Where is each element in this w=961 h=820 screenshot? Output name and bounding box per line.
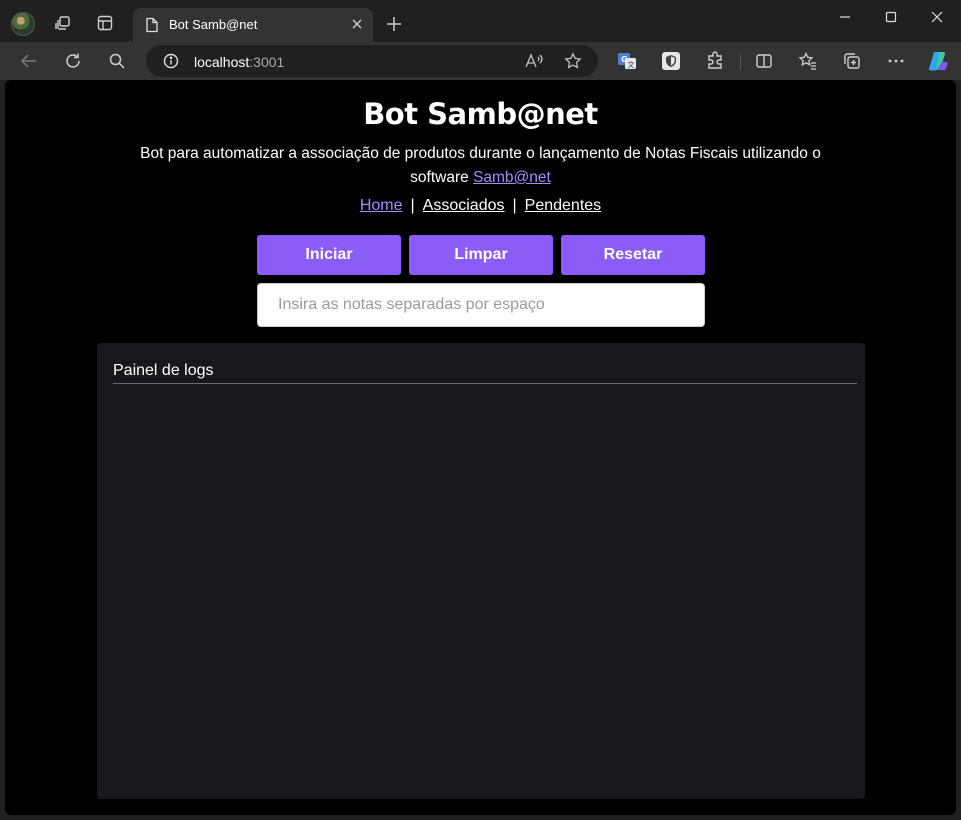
shield-extension-icon[interactable]	[661, 51, 681, 71]
read-aloud-icon[interactable]	[524, 52, 544, 70]
favorite-star-icon[interactable]	[564, 52, 582, 70]
maximize-icon[interactable]	[868, 6, 914, 28]
log-panel-title: Painel de logs	[113, 362, 214, 379]
copilot-icon[interactable]	[926, 49, 950, 73]
nav-link-home[interactable]: Home	[360, 197, 403, 214]
split-screen-icon[interactable]	[754, 51, 774, 71]
tab-bar: Bot Samb@net	[0, 0, 961, 42]
tab-actions-icon[interactable]	[96, 14, 114, 32]
page-title: Bot Samb@net	[363, 97, 598, 131]
back-icon[interactable]	[19, 51, 39, 71]
profile-avatar[interactable]	[11, 12, 35, 36]
samba-net-link[interactable]: Samb@net	[473, 169, 551, 186]
browser-window: Bot Samb@net localhost:3001 G 文 Bot Samb…	[0, 0, 961, 820]
log-panel-divider	[113, 383, 857, 384]
main-nav: Home | Associados | Pendentes	[5, 197, 956, 215]
log-panel: Painel de logs	[97, 343, 865, 799]
nav-separator: |	[410, 197, 415, 214]
search-icon[interactable]	[107, 51, 127, 71]
url-text: localhost:3001	[194, 54, 285, 70]
reset-button[interactable]: Resetar	[561, 235, 705, 275]
svg-text:文: 文	[628, 60, 635, 69]
nav-link-pendentes[interactable]: Pendentes	[525, 197, 602, 214]
start-button[interactable]: Iniciar	[257, 235, 401, 275]
new-tab-icon[interactable]	[385, 15, 403, 33]
nav-link-associados[interactable]: Associados	[423, 197, 505, 214]
info-icon[interactable]	[163, 53, 179, 69]
page-icon	[145, 17, 159, 33]
tab-title: Bot Samb@net	[169, 17, 258, 32]
window-close-icon[interactable]	[914, 6, 960, 28]
favorites-icon[interactable]	[798, 51, 818, 71]
page-viewport: Bot Samb@net Bot para automatizar a asso…	[5, 80, 956, 815]
collections-icon[interactable]	[842, 51, 862, 71]
clear-button[interactable]: Limpar	[409, 235, 553, 275]
notes-input[interactable]	[257, 283, 705, 327]
page-description: Bot para automatizar a associação de pro…	[140, 145, 821, 186]
extensions-icon[interactable]	[705, 51, 725, 71]
browser-toolbar: localhost:3001 G文	[0, 42, 961, 80]
minimize-icon[interactable]	[822, 6, 868, 28]
close-icon[interactable]	[349, 16, 365, 32]
translate-icon[interactable]: G文	[617, 51, 637, 71]
address-bar[interactable]: localhost:3001	[146, 45, 598, 77]
toolbar-divider	[740, 54, 741, 70]
refresh-icon[interactable]	[63, 51, 83, 71]
more-icon[interactable]	[886, 51, 906, 71]
nav-separator: |	[512, 197, 517, 214]
active-tab[interactable]: Bot Samb@net	[133, 8, 373, 42]
workspaces-icon[interactable]	[54, 14, 72, 32]
